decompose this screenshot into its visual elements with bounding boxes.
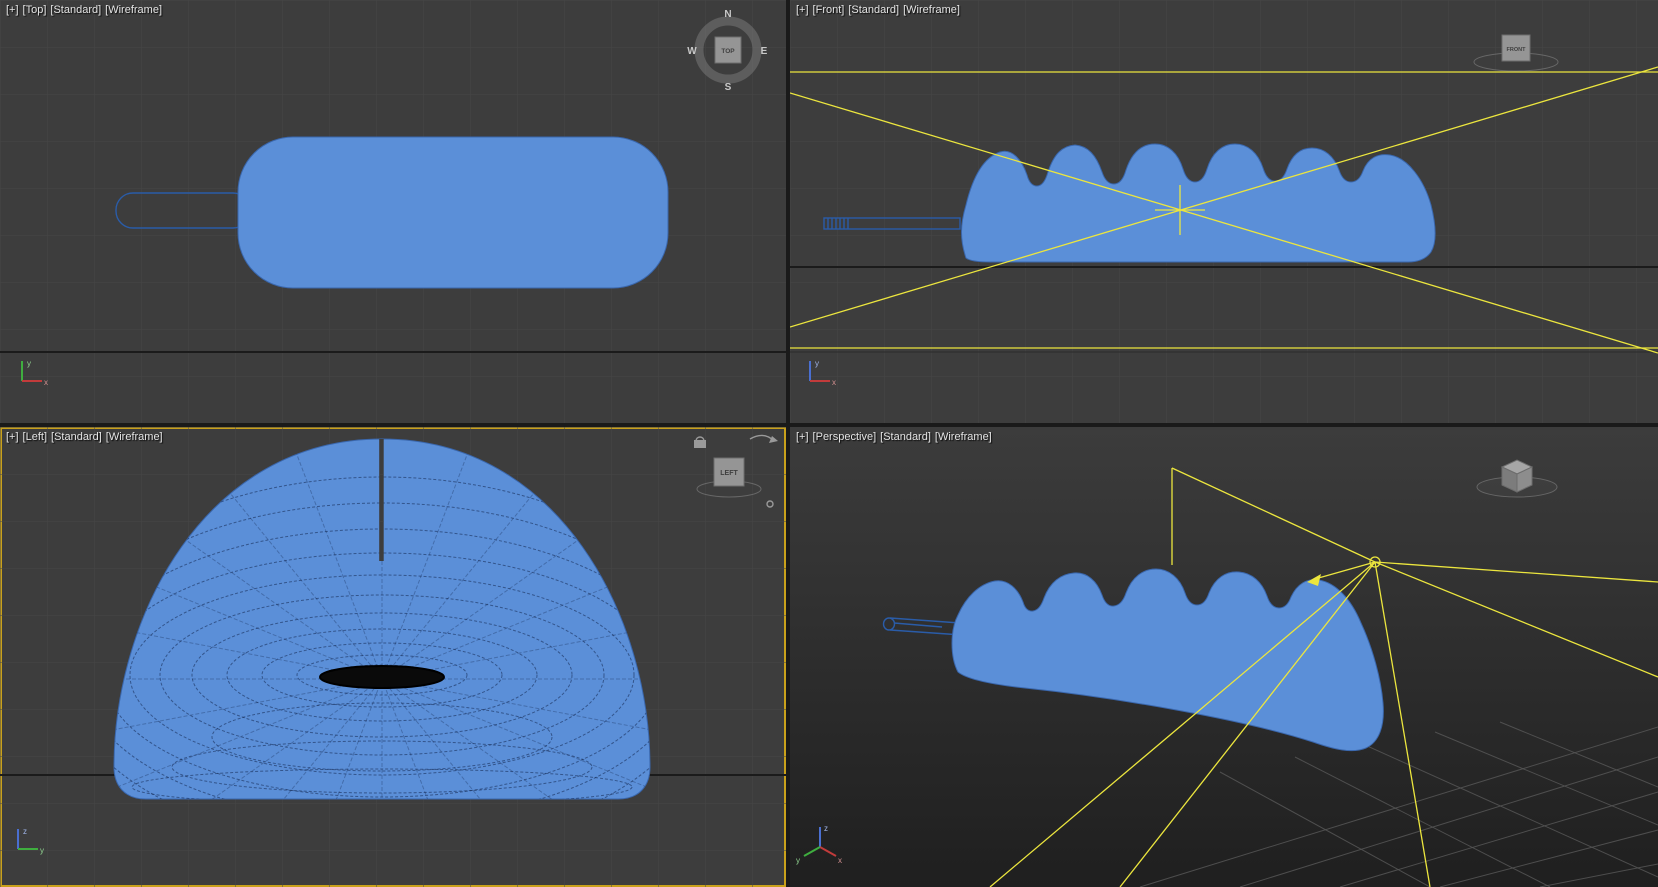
popsicle-body-top[interactable]	[237, 136, 669, 289]
axis-h-label: y	[40, 846, 44, 855]
viewport-menu-general[interactable]: [+]	[796, 431, 809, 443]
left-view-canvas: LEFT z y	[0, 427, 786, 887]
viewport-top[interactable]: [+] [Top] [Standard] [Wireframe] TOP N E…	[0, 0, 786, 423]
axis-gizmo-perspective: z x y	[796, 824, 842, 865]
viewport-menu-general[interactable]: [+]	[6, 431, 19, 443]
stick-socket	[319, 665, 445, 689]
viewport-top-label: [+] [Top] [Standard] [Wireframe]	[6, 4, 162, 16]
axis-x-label: x	[838, 856, 842, 865]
viewport-front[interactable]: [+] [Front] [Standard] [Wireframe] FRONT…	[790, 0, 1658, 423]
axis-v-label: z	[23, 827, 27, 836]
viewport-perspective-label: [+] [Perspective] [Standard] [Wireframe]	[796, 431, 992, 443]
viewport-menu-pov[interactable]: [Perspective]	[813, 431, 877, 443]
axis-y-label: y	[796, 856, 800, 865]
viewport-menu-shading[interactable]: [Wireframe]	[105, 4, 162, 16]
viewport-menu-renderer[interactable]: [Standard]	[848, 4, 899, 16]
viewport-menu-shading[interactable]: [Wireframe]	[903, 4, 960, 16]
viewport-menu-renderer[interactable]: [Standard]	[880, 431, 931, 443]
lock-icon-body[interactable]	[694, 440, 706, 448]
viewport-front-label: [+] [Front] [Standard] [Wireframe]	[796, 4, 960, 16]
viewport-perspective[interactable]: [+] [Perspective] [Standard] [Wireframe]	[790, 427, 1658, 887]
compass-west[interactable]: W	[687, 46, 697, 57]
viewport-menu-renderer[interactable]: [Standard]	[50, 4, 101, 16]
viewcube-face-label[interactable]: LEFT	[720, 470, 738, 477]
front-view-canvas: FRONT y x	[790, 0, 1658, 423]
perspective-view-canvas: z x y	[796, 459, 1658, 887]
top-view-canvas: TOP N E S W y x	[0, 0, 786, 423]
viewport-menu-renderer[interactable]: [Standard]	[51, 431, 102, 443]
viewport-menu-general[interactable]: [+]	[6, 4, 19, 16]
viewport-menu-shading[interactable]: [Wireframe]	[935, 431, 992, 443]
axis-v-label: y	[815, 359, 819, 368]
compass-north[interactable]: N	[724, 9, 731, 20]
viewcube-face-label[interactable]: TOP	[721, 48, 735, 55]
viewport-left[interactable]: [+] [Left] [Standard] [Wireframe] LEFT z…	[0, 427, 786, 887]
viewport-menu-pov[interactable]: [Front]	[813, 4, 845, 16]
viewport-menu-pov[interactable]: [Top]	[23, 4, 47, 16]
axis-z-label: z	[824, 824, 828, 833]
popsicle-body-perspective[interactable]	[951, 568, 1384, 752]
viewcube-perspective[interactable]	[1476, 459, 1558, 498]
bump-seam-grid	[379, 439, 384, 561]
ground-grid-perspective	[1139, 721, 1658, 887]
compass-south[interactable]: S	[725, 82, 732, 93]
compass-east[interactable]: E	[761, 46, 768, 57]
popsicle-stick-perspective[interactable]	[882, 617, 963, 636]
viewport-grid: [+] [Top] [Standard] [Wireframe] TOP N E…	[0, 0, 1658, 887]
viewport-menu-general[interactable]: [+]	[796, 4, 809, 16]
axis-h-label: x	[832, 378, 836, 387]
viewport-menu-pov[interactable]: [Left]	[23, 431, 47, 443]
axis-v-label: y	[27, 359, 31, 368]
viewport-menu-shading[interactable]: [Wireframe]	[106, 431, 163, 443]
axis-h-label: x	[44, 378, 48, 387]
viewport-left-label: [+] [Left] [Standard] [Wireframe]	[6, 431, 163, 443]
viewcube-face-label[interactable]: FRONT	[1507, 47, 1527, 53]
